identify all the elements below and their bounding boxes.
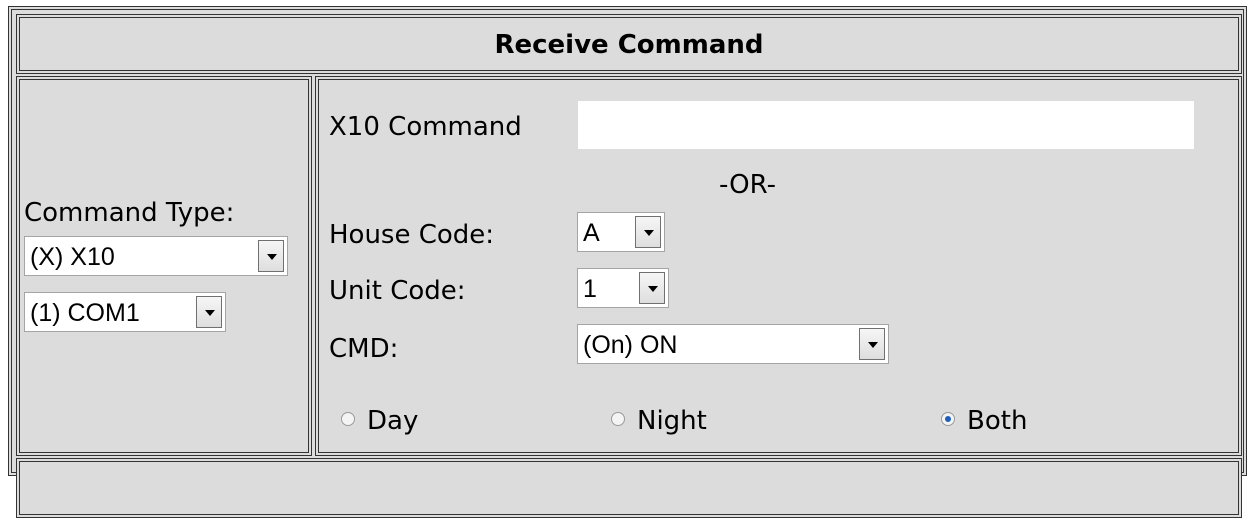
radio-night-icon[interactable] [611, 411, 625, 426]
house-code-value: A [583, 219, 600, 247]
cmd-value: (On) ON [583, 331, 678, 359]
command-type-label: Command Type: [24, 198, 235, 228]
bottom-cell [16, 458, 1242, 518]
panel-title: Receive Command [494, 30, 764, 60]
chevron-down-icon[interactable] [196, 296, 222, 328]
radio-day-icon[interactable] [341, 411, 355, 426]
radio-both-icon[interactable] [941, 411, 955, 426]
receive-command-panel: Receive Command Command Type: (X) X10 (1… [8, 6, 1247, 518]
radio-both[interactable]: Both [941, 406, 1027, 436]
unit-code-value: 1 [583, 275, 597, 303]
page: Receive Command Command Type: (X) X10 (1… [0, 0, 1247, 518]
x10-options-cell: X10 Command -OR- House Code: A Unit Code… [315, 76, 1242, 456]
cmd-select[interactable]: (On) ON [577, 324, 889, 364]
x10-command-label: X10 Command [329, 112, 522, 142]
radio-day[interactable]: Day [341, 406, 418, 436]
command-type-value: (X) X10 [30, 243, 115, 271]
unit-code-select[interactable]: 1 [577, 268, 669, 308]
radio-night-label: Night [637, 406, 707, 436]
command-type-select[interactable]: (X) X10 [24, 236, 288, 276]
cmd-label: CMD: [329, 334, 399, 364]
chevron-down-icon[interactable] [639, 272, 665, 304]
title-cell: Receive Command [16, 14, 1242, 74]
house-code-label: House Code: [329, 220, 495, 250]
port-value: (1) COM1 [30, 299, 140, 327]
chevron-down-icon[interactable] [859, 328, 885, 360]
command-type-cell: Command Type: (X) X10 (1) COM1 [16, 76, 312, 456]
unit-code-label: Unit Code: [329, 276, 466, 306]
chevron-down-icon[interactable] [635, 216, 661, 248]
radio-night[interactable]: Night [611, 406, 707, 436]
x10-command-input[interactable] [577, 100, 1195, 150]
port-select[interactable]: (1) COM1 [24, 292, 226, 332]
chevron-down-icon[interactable] [258, 240, 284, 272]
house-code-select[interactable]: A [577, 212, 665, 252]
or-separator: -OR- [719, 170, 776, 200]
radio-day-label: Day [367, 406, 419, 436]
radio-both-label: Both [967, 406, 1028, 436]
